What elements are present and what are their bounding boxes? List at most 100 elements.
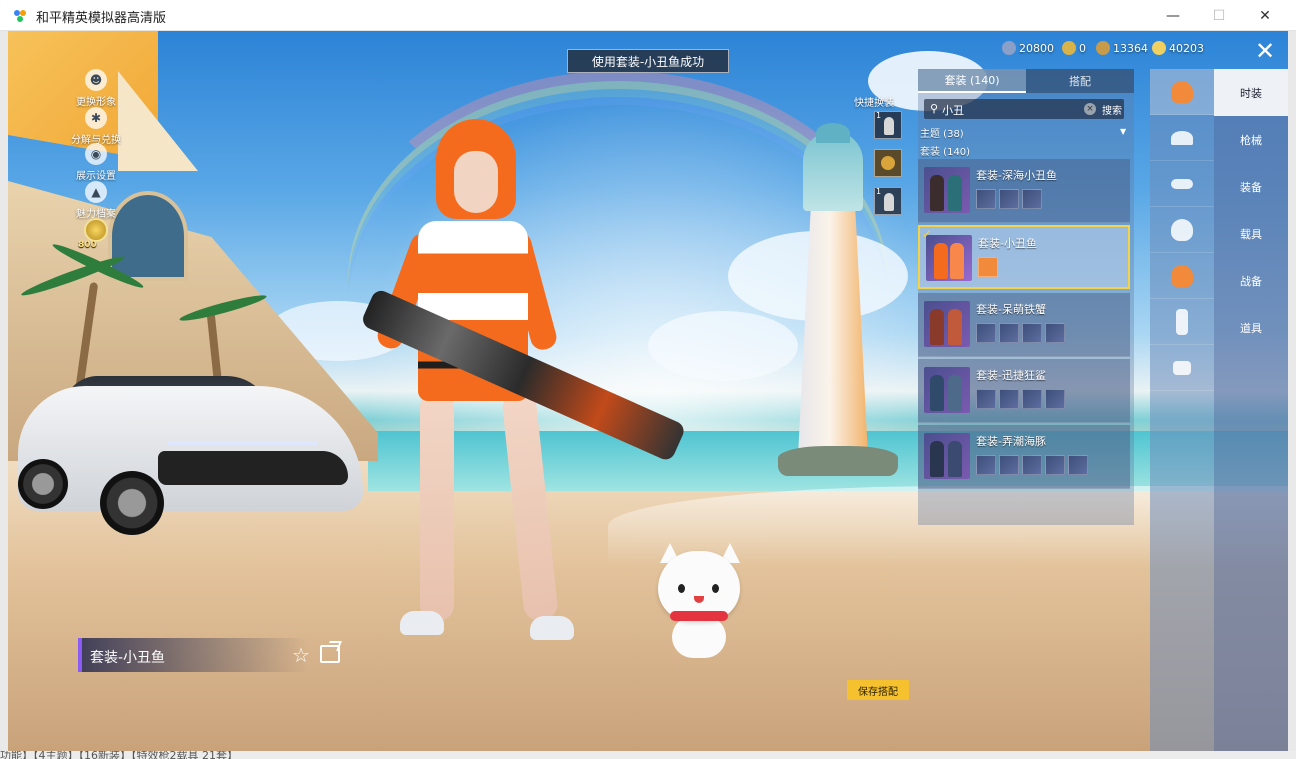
token-coin-icon [1062, 41, 1076, 55]
slot-icon-column [1150, 69, 1214, 751]
currency-gold[interactable]: 40203 [1152, 41, 1204, 55]
outfit-item[interactable]: 套装-深海小丑鱼 [918, 159, 1130, 223]
quick-slot[interactable]: 1 [874, 187, 902, 215]
outfit-panel: 套装 (140) 搭配 ⚲ 小丑 × 搜索 主题 (38) ▼ 套装 (140)… [918, 69, 1134, 525]
flame-icon: ▲ [85, 181, 107, 203]
car-wheel [100, 471, 164, 535]
lighthouse-rocks [778, 446, 898, 476]
currency-value: 40203 [1169, 41, 1204, 55]
diamond-coin-icon [1002, 41, 1016, 55]
eye-icon: ◉ [85, 143, 107, 165]
category-combat-gear[interactable]: 战备 [1214, 257, 1288, 304]
category-equipment[interactable]: 装备 [1214, 163, 1288, 210]
currency-bronze[interactable]: 13364 [1096, 41, 1148, 55]
search-value: 小丑 [942, 104, 964, 117]
side-item-label: 展示设置 [76, 171, 116, 182]
minimize-button[interactable]: — [1150, 0, 1196, 31]
outfit-part-icon [999, 189, 1019, 209]
outfit-part-icon [976, 189, 996, 209]
currency-value: 20800 [1019, 41, 1054, 55]
outfit-parts [976, 189, 1042, 209]
side-item-charm-profile[interactable]: ▲ 魅力档案 [66, 181, 126, 220]
outfit-parts [978, 257, 998, 277]
outfit-name: 套装-迅捷狂鲨 [976, 369, 1046, 382]
gold-coin-icon [1152, 41, 1166, 55]
side-item-decompose[interactable]: ✱ 分解与兑换 [66, 107, 126, 146]
favorite-star-icon[interactable]: ☆ [292, 643, 310, 667]
character-shoe [400, 611, 444, 635]
search-input[interactable]: ⚲ 小丑 × 搜索 [924, 99, 1124, 119]
outfit-part-icon [1022, 455, 1042, 475]
outfit-parts [976, 323, 1065, 343]
glasses-icon [1171, 178, 1193, 189]
car[interactable] [18, 386, 363, 511]
close-icon[interactable]: ✕ [1252, 39, 1278, 65]
save-outfit-button[interactable]: 保存搭配 [847, 680, 909, 700]
outfit-figure-icon [930, 309, 944, 345]
clear-icon[interactable]: × [1084, 103, 1096, 115]
category-vehicles[interactable]: 载具 [1214, 210, 1288, 257]
outfit-item-selected[interactable]: ✓ 套装-小丑鱼 [918, 225, 1130, 289]
outfit-part-icon [1022, 389, 1042, 409]
outfit-item[interactable]: 套装-呆萌铁蟹 [918, 293, 1130, 357]
pet-scarf [670, 611, 728, 621]
outfit-part-icon [976, 455, 996, 475]
outfit-name: 套装-深海小丑鱼 [976, 169, 1057, 182]
outfit-item[interactable]: 套装-弄潮海豚 [918, 425, 1130, 489]
mask-icon [1171, 218, 1193, 241]
outfit-figure-icon [948, 309, 962, 345]
quick-slot[interactable]: 1 [874, 111, 902, 139]
quick-slot[interactable] [874, 149, 902, 177]
side-item-display-settings[interactable]: ◉ 展示设置 [66, 143, 126, 182]
game-viewport: ☻ 更换形象 ✱ 分解与兑换 ◉ 展示设置 ▲ 魅力档案 800 使用套装-小丑… [8, 31, 1288, 751]
outfit-thumbnail-icon [884, 193, 894, 211]
close-window-button[interactable]: ✕ [1242, 0, 1288, 31]
search-button[interactable]: 搜索 [1102, 102, 1122, 117]
chevron-down-icon[interactable]: ▼ [1120, 127, 1126, 136]
quick-change-label[interactable]: 快捷换装 [854, 94, 894, 109]
category-items[interactable]: 道具 [1214, 304, 1288, 351]
suit-category[interactable]: 套装 (140) [920, 143, 970, 158]
rank-badge-icon[interactable] [84, 218, 108, 242]
side-item-change-avatar[interactable]: ☻ 更换形象 [66, 69, 126, 108]
slot-shoes[interactable] [1150, 345, 1214, 391]
outfit-thumbnail-icon [884, 117, 894, 135]
category-weapons[interactable]: 枪械 [1214, 116, 1288, 163]
lighthouse-lantern [803, 131, 863, 211]
outfit-parts [976, 389, 1065, 409]
car-headlight [168, 441, 318, 445]
search-icon: ⚲ [930, 102, 939, 115]
outfit-figure-icon [950, 243, 964, 279]
outfit-part-icon [1022, 323, 1042, 343]
outfit-part-icon [1022, 189, 1042, 209]
window-title: 和平精英模拟器高清版 [36, 11, 167, 26]
outfit-part-icon [1045, 389, 1065, 409]
tab-match[interactable]: 搭配 [1026, 69, 1134, 93]
currency-token[interactable]: 0 [1062, 41, 1086, 55]
car-grille [158, 451, 348, 485]
slot-hat[interactable] [1150, 115, 1214, 161]
slot-glasses[interactable] [1150, 161, 1214, 207]
theme-category[interactable]: 主题 (38) [920, 125, 964, 140]
window-titlebar: 和平精英模拟器高清版 — ☐ ✕ [0, 0, 1296, 31]
category-fashion[interactable]: 时装 [1214, 69, 1288, 116]
hat-icon [1171, 130, 1193, 145]
outfit-thumbnail [926, 235, 972, 281]
currency-diamond[interactable]: 20800 [1002, 41, 1054, 55]
tab-suits[interactable]: 套装 (140) [918, 69, 1026, 93]
outfit-item[interactable]: 套装-迅捷狂鲨 [918, 359, 1130, 423]
badge-icon [881, 156, 895, 170]
current-outfit-name: 套装-小丑鱼 [90, 650, 166, 666]
outfit-name: 套装-呆萌铁蟹 [976, 303, 1046, 316]
shoes-icon [1173, 360, 1191, 375]
pet-body [672, 616, 726, 658]
outfit-figure-icon [948, 175, 962, 211]
slot-outfit[interactable] [1150, 69, 1214, 115]
slot-mask[interactable] [1150, 207, 1214, 253]
maximize-button[interactable]: ☐ [1196, 0, 1242, 31]
outfit-part-icon [999, 323, 1019, 343]
slot-top[interactable] [1150, 253, 1214, 299]
slot-pants[interactable] [1150, 299, 1214, 345]
share-icon[interactable] [320, 645, 340, 663]
bronze-coin-icon [1096, 41, 1110, 55]
